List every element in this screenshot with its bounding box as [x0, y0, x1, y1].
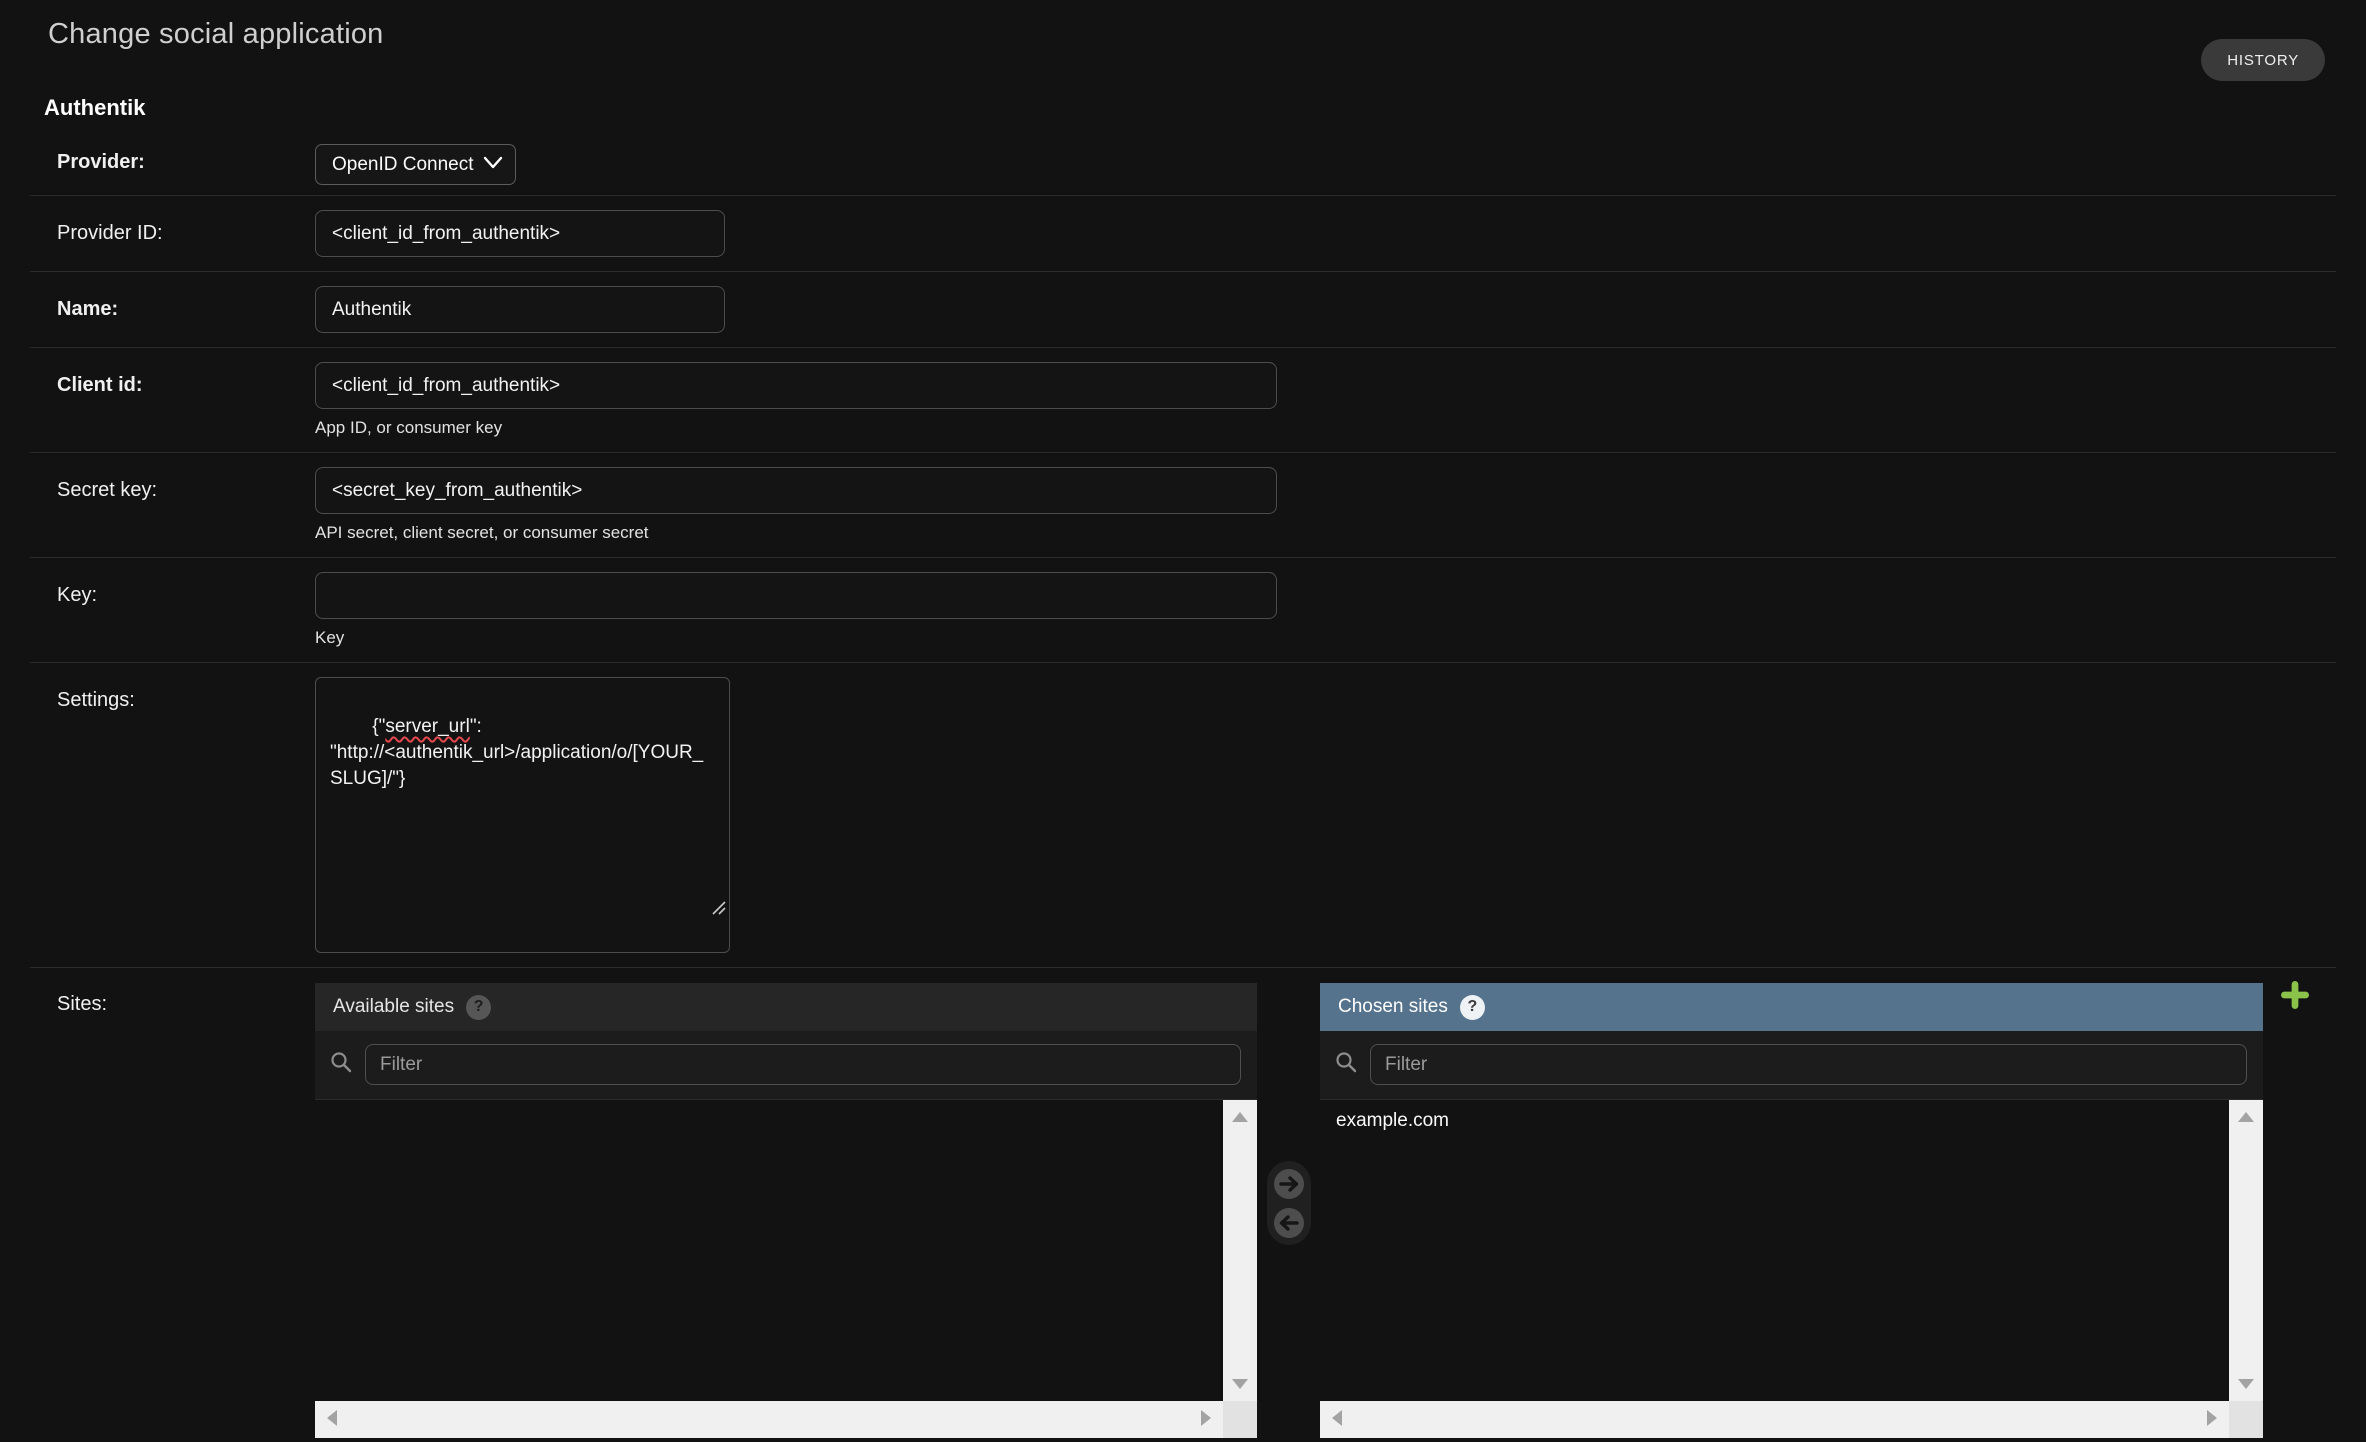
- name-field[interactable]: [315, 286, 725, 333]
- chosen-filter-input[interactable]: [1370, 1044, 2247, 1085]
- client-id-field[interactable]: [315, 362, 1277, 409]
- scroll-down-icon[interactable]: [1232, 1379, 1248, 1389]
- page-title: Change social application: [48, 18, 2318, 51]
- provider-label: Provider:: [57, 142, 315, 174]
- vertical-scrollbar[interactable]: [1223, 1100, 1257, 1401]
- scroll-up-icon[interactable]: [1232, 1112, 1248, 1122]
- plus-icon: [2280, 980, 2310, 1010]
- form-row-client-id: Client id: App ID, or consumer key: [30, 348, 2336, 453]
- form-row-provider: Provider: OpenID Connect: [30, 131, 2336, 196]
- name-label: Name:: [57, 286, 315, 321]
- transfer-controls: [1257, 983, 1320, 1245]
- client-id-help: App ID, or consumer key: [315, 418, 2336, 438]
- scrollbar-corner: [2229, 1401, 2263, 1438]
- secret-key-help: API secret, client secret, or consumer s…: [315, 523, 2336, 543]
- form-row-provider-id: Provider ID:: [30, 196, 2336, 272]
- arrow-right-icon: [1272, 1167, 1306, 1201]
- object-title: Authentik: [44, 95, 2366, 121]
- available-filter-input[interactable]: [365, 1044, 1241, 1085]
- available-sites-list[interactable]: [315, 1099, 1257, 1438]
- resize-handle-icon[interactable]: [657, 871, 726, 949]
- chosen-sites-panel: Chosen sites ? example.com: [1320, 983, 2263, 1438]
- secret-key-label: Secret key:: [57, 467, 315, 502]
- search-icon: [1334, 1050, 1358, 1079]
- chosen-sites-header: Chosen sites ?: [1320, 983, 2263, 1031]
- key-label: Key:: [57, 572, 315, 607]
- scroll-down-icon[interactable]: [2238, 1379, 2254, 1389]
- scrollbar-corner: [1223, 1401, 1257, 1438]
- site-option[interactable]: example.com: [1320, 1105, 2229, 1137]
- client-id-label: Client id:: [57, 362, 315, 397]
- transfer-pill: [1267, 1161, 1311, 1245]
- provider-select-value: OpenID Connect: [332, 154, 474, 176]
- key-field[interactable]: [315, 572, 1277, 619]
- horizontal-scrollbar[interactable]: [315, 1401, 1223, 1438]
- available-options: [315, 1100, 1223, 1401]
- chevron-down-icon: [483, 154, 503, 176]
- settings-label: Settings:: [57, 677, 315, 712]
- sites-label: Sites:: [57, 983, 315, 1016]
- form-row-secret-key: Secret key: API secret, client secret, o…: [30, 453, 2336, 558]
- available-filter-row: [315, 1031, 1257, 1099]
- available-sites-title: Available sites: [333, 996, 454, 1018]
- scroll-left-icon[interactable]: [1332, 1410, 1342, 1426]
- secret-key-field[interactable]: [315, 467, 1277, 514]
- search-icon: [329, 1050, 353, 1079]
- scroll-up-icon[interactable]: [2238, 1112, 2254, 1122]
- form-row-name: Name:: [30, 272, 2336, 348]
- chosen-sites-list[interactable]: example.com: [1320, 1099, 2263, 1438]
- history-button[interactable]: HISTORY: [2201, 39, 2325, 81]
- arrow-left-icon: [1272, 1206, 1306, 1240]
- vertical-scrollbar[interactable]: [2229, 1100, 2263, 1401]
- horizontal-scrollbar[interactable]: [1320, 1401, 2229, 1438]
- settings-json-misspelled: server_url: [385, 716, 469, 737]
- chosen-filter-row: [1320, 1031, 2263, 1099]
- chosen-sites-title: Chosen sites: [1338, 996, 1448, 1018]
- form-row-sites: Sites: Available sites ?: [30, 968, 2336, 1442]
- form-row-settings: Settings: {"server_url": "http://<authen…: [30, 663, 2336, 968]
- change-form: Provider: OpenID Connect Provider ID: Na…: [30, 131, 2336, 1442]
- provider-id-field[interactable]: [315, 210, 725, 257]
- choose-arrow-button[interactable]: [1272, 1167, 1306, 1201]
- chosen-options: example.com: [1320, 1100, 2229, 1401]
- sites-selector-widget: Available sites ?: [315, 983, 2336, 1438]
- page-header: Change social application HISTORY: [0, 0, 2366, 51]
- scroll-left-icon[interactable]: [327, 1410, 337, 1426]
- settings-textarea[interactable]: {"server_url": "http://<authentik_url>/a…: [315, 677, 730, 953]
- remove-arrow-button[interactable]: [1272, 1206, 1306, 1240]
- help-icon[interactable]: ?: [466, 995, 491, 1020]
- scroll-right-icon[interactable]: [2207, 1410, 2217, 1426]
- add-site-button[interactable]: [2280, 980, 2310, 1015]
- scroll-right-icon[interactable]: [1201, 1410, 1211, 1426]
- provider-select[interactable]: OpenID Connect: [315, 144, 516, 185]
- provider-id-label: Provider ID:: [57, 210, 315, 245]
- settings-json-pre: {": [372, 716, 385, 737]
- available-sites-header: Available sites ?: [315, 983, 1257, 1031]
- available-sites-panel: Available sites ?: [315, 983, 1257, 1438]
- form-row-key: Key: Key: [30, 558, 2336, 663]
- help-icon[interactable]: ?: [1460, 995, 1485, 1020]
- key-help: Key: [315, 628, 2336, 648]
